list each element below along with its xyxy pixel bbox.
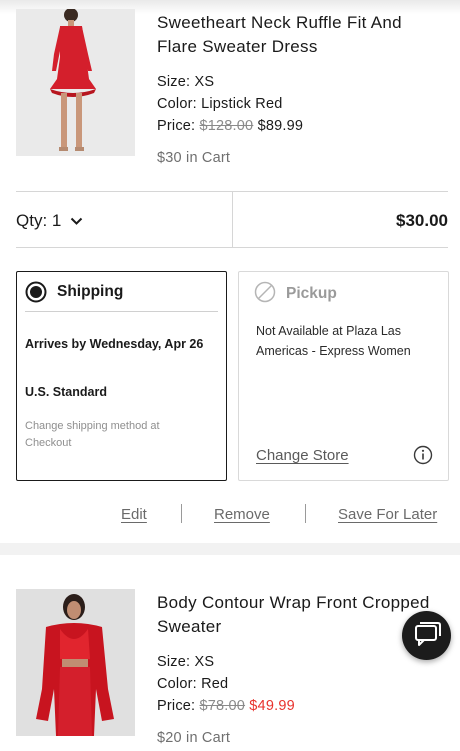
product-price: Price: $78.00 $49.99 bbox=[157, 695, 295, 717]
separator bbox=[305, 504, 306, 523]
price-original: $78.00 bbox=[199, 698, 246, 714]
product-size: Size: XS bbox=[157, 654, 215, 670]
product-price: Price: $128.00 $89.99 bbox=[157, 115, 303, 137]
price-label: Price: bbox=[157, 118, 196, 134]
chevron-down-icon bbox=[70, 217, 83, 225]
quantity-label: Qty: 1 bbox=[16, 211, 62, 230]
product-title[interactable]: Sweetheart Neck Ruffle Fit And Flare Swe… bbox=[157, 11, 447, 59]
chat-button[interactable] bbox=[402, 611, 451, 660]
pickup-availability: Not Available at Plaza Las Americas - Ex… bbox=[256, 324, 411, 358]
price-sale: $49.99 bbox=[249, 698, 295, 714]
remove-link[interactable]: Remove bbox=[214, 506, 270, 523]
sweater-model-illustration bbox=[16, 589, 135, 736]
divider bbox=[16, 247, 448, 248]
divider-vertical bbox=[232, 192, 233, 248]
radio-selected-icon[interactable] bbox=[25, 281, 47, 308]
shipping-method: U.S. Standard bbox=[25, 385, 107, 399]
product-image-sweater[interactable] bbox=[16, 589, 135, 736]
unavailable-icon bbox=[254, 281, 276, 308]
chat-icon bbox=[415, 622, 441, 646]
price-original: $128.00 bbox=[199, 118, 254, 134]
divider bbox=[25, 311, 218, 312]
shipping-note: Change shipping method at Checkout bbox=[25, 420, 160, 449]
dress-model-illustration bbox=[16, 9, 135, 156]
price-sale: $89.99 bbox=[257, 118, 304, 134]
quantity-selector[interactable]: Qty: 1 bbox=[16, 210, 83, 232]
edit-link[interactable]: Edit bbox=[121, 506, 147, 523]
shipping-title: Shipping bbox=[57, 283, 124, 300]
price-label: Price: bbox=[157, 698, 196, 714]
product-color: Color: Red bbox=[157, 676, 229, 692]
section-separator bbox=[0, 543, 460, 555]
in-cart-amount: $20 in Cart bbox=[157, 730, 231, 746]
pickup-title: Pickup bbox=[286, 285, 337, 302]
info-icon[interactable] bbox=[413, 445, 433, 470]
separator bbox=[181, 504, 182, 523]
save-for-later-link[interactable]: Save For Later bbox=[338, 506, 437, 523]
change-store-link[interactable]: Change Store bbox=[256, 447, 349, 464]
product-color: Color: Lipstick Red bbox=[157, 96, 283, 112]
in-cart-amount: $30 in Cart bbox=[157, 150, 231, 166]
arrival-date: Arrives by Wednesday, Apr 26 bbox=[25, 337, 204, 351]
pickup-option[interactable]: Pickup Not Available at Plaza Las Americ… bbox=[238, 271, 449, 481]
product-size: Size: XS bbox=[157, 74, 215, 90]
shipping-option[interactable]: Shipping Arrives by Wednesday, Apr 26 U.… bbox=[16, 271, 227, 481]
product-image-dress[interactable] bbox=[16, 9, 135, 156]
line-total: $30.00 bbox=[396, 211, 448, 230]
